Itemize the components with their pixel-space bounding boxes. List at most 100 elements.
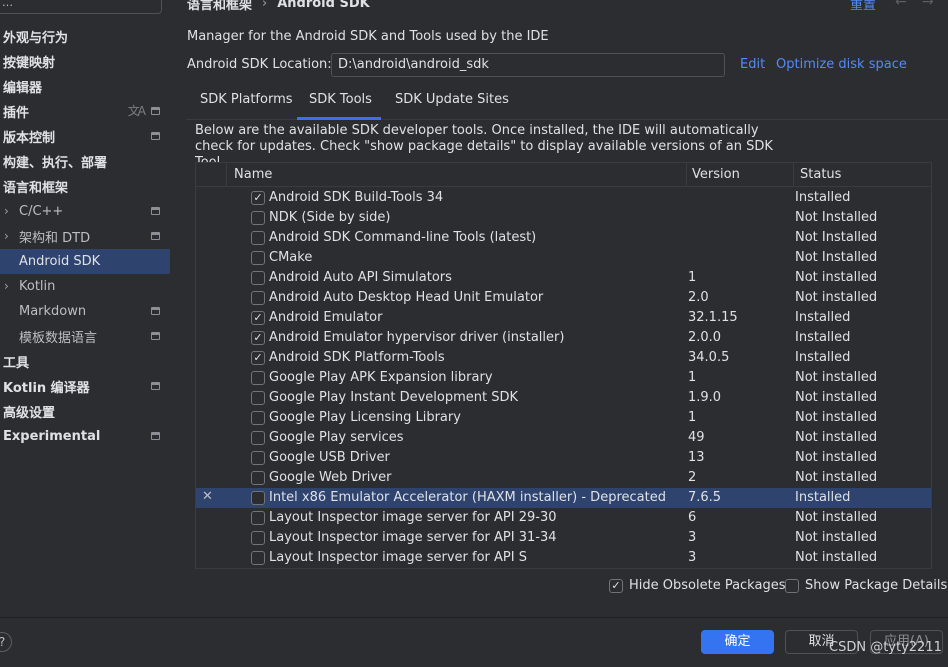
- show-details-option[interactable]: Show Package Details: [785, 578, 947, 593]
- sidebar-item[interactable]: 模板数据语言: [0, 324, 170, 349]
- package-status: Not installed: [795, 430, 878, 445]
- package-name: Google USB Driver: [269, 450, 390, 465]
- sidebar-item[interactable]: 语言和框架: [0, 174, 170, 199]
- package-checkbox[interactable]: [251, 231, 265, 245]
- sidebar-item[interactable]: Kotlin 编译器: [0, 374, 170, 399]
- sidebar-item-label: 高级设置: [3, 406, 56, 421]
- table-row[interactable]: Google Play services 49 Not installed: [196, 428, 931, 448]
- package-version: 2: [688, 470, 697, 485]
- column-header-version[interactable]: Version: [692, 167, 740, 182]
- help-icon[interactable]: ?: [0, 632, 12, 652]
- table-header: Name Version Status: [196, 163, 931, 187]
- sidebar-item[interactable]: 版本控制: [0, 124, 170, 149]
- uninstall-mark-icon: ✕: [202, 489, 213, 504]
- column-divider[interactable]: [686, 163, 687, 187]
- sidebar-item[interactable]: 高级设置: [0, 399, 170, 424]
- table-row[interactable]: Android Auto API Simulators 1 Not installe…: [196, 268, 931, 288]
- table-row[interactable]: NDK (Side by side) Not Installed: [196, 208, 931, 228]
- package-checkbox[interactable]: ✓: [251, 331, 265, 345]
- table-row[interactable]: Android Auto Desktop Head Unit Emulator 2…: [196, 288, 931, 308]
- tab-sdk-update-sites[interactable]: SDK Update Sites: [395, 92, 509, 107]
- package-name: Android Emulator: [269, 310, 383, 325]
- package-status: Installed: [795, 330, 851, 345]
- column-header-name[interactable]: Name: [234, 167, 272, 182]
- sidebar-item[interactable]: 插件 文A: [0, 99, 170, 124]
- sidebar-item[interactable]: 构建、执行、部署: [0, 149, 170, 174]
- package-name: CMake: [269, 250, 313, 265]
- table-row[interactable]: Android SDK Command-line Tools (latest) N…: [196, 228, 931, 248]
- table-row[interactable]: ✕ Intel x86 Emulator Accelerator (HAXM in…: [196, 488, 931, 508]
- package-checkbox[interactable]: [251, 511, 265, 525]
- sidebar-item[interactable]: 工具: [0, 349, 170, 374]
- table-row[interactable]: ✓ Android Emulator hypervisor driver (ins…: [196, 328, 931, 348]
- table-row[interactable]: Layout Inspector image server for API S 3…: [196, 548, 931, 568]
- package-name: Google Play services: [269, 430, 404, 445]
- package-checkbox[interactable]: [251, 431, 265, 445]
- chevron-right-icon[interactable]: ›: [4, 205, 14, 217]
- package-checkbox[interactable]: [251, 531, 265, 545]
- reset-link[interactable]: 重置: [850, 0, 876, 13]
- table-row[interactable]: ✓ Android SDK Platform-Tools 34.0.5 Install…: [196, 348, 931, 368]
- table-row[interactable]: Google USB Driver 13 Not installed: [196, 448, 931, 468]
- package-checkbox[interactable]: [251, 491, 265, 505]
- chevron-right-icon[interactable]: ›: [4, 280, 14, 292]
- sidebar-item[interactable]: Markdown: [0, 299, 170, 324]
- package-status: Not installed: [795, 470, 878, 485]
- package-checkbox[interactable]: [251, 551, 265, 565]
- package-checkbox[interactable]: [251, 411, 265, 425]
- sidebar-item[interactable]: › 架构和 DTD: [0, 224, 170, 249]
- package-checkbox[interactable]: [251, 451, 265, 465]
- tab-sdk-tools[interactable]: SDK Tools: [309, 92, 372, 107]
- hide-obsolete-checkbox[interactable]: ✓: [609, 578, 623, 593]
- package-name: Layout Inspector image server for API 31…: [269, 530, 557, 545]
- package-status: Not installed: [795, 410, 878, 425]
- column-header-status[interactable]: Status: [800, 167, 841, 182]
- sidebar-item[interactable]: › Kotlin: [0, 274, 170, 299]
- sidebar-item[interactable]: 外观与行为: [0, 24, 170, 49]
- tab-sdk-platforms[interactable]: SDK Platforms: [200, 92, 293, 107]
- package-name: Google Play Instant Development SDK: [269, 390, 519, 405]
- table-row[interactable]: Google Play Licensing Library 1 Not instal…: [196, 408, 931, 428]
- optimize-disk-space-link[interactable]: Optimize disk space: [776, 57, 907, 72]
- package-checkbox[interactable]: ✓: [251, 311, 265, 325]
- package-checkbox[interactable]: [251, 291, 265, 305]
- package-checkbox[interactable]: [251, 271, 265, 285]
- package-status: Not installed: [795, 450, 878, 465]
- table-row[interactable]: ✓ Android SDK Build-Tools 34 Installed: [196, 188, 931, 208]
- package-checkbox[interactable]: [251, 391, 265, 405]
- package-checkbox[interactable]: [251, 251, 265, 265]
- column-divider[interactable]: [793, 163, 794, 187]
- table-row[interactable]: Layout Inspector image server for API 31…: [196, 528, 931, 548]
- sidebar-item-label: Kotlin: [19, 279, 56, 294]
- sdk-location-input[interactable]: D:\android\android_sdk: [331, 53, 725, 77]
- chevron-right-icon[interactable]: ›: [4, 230, 14, 242]
- sidebar-item[interactable]: Experimental: [0, 424, 170, 449]
- column-divider: [226, 163, 227, 187]
- sidebar-item[interactable]: 按键映射: [0, 49, 170, 74]
- hide-obsolete-option[interactable]: ✓ Hide Obsolete Packages: [609, 578, 785, 593]
- table-row[interactable]: Google Play APK Expansion library 1 Not in…: [196, 368, 931, 388]
- package-checkbox[interactable]: [251, 471, 265, 485]
- back-arrow-icon[interactable]: ←: [895, 0, 907, 10]
- package-version: 1: [688, 410, 697, 425]
- watermark: CSDN @tyty2211: [829, 640, 942, 655]
- table-row[interactable]: ✓ Android Emulator 32.1.15 Installed: [196, 308, 931, 328]
- sidebar-item[interactable]: Android SDK: [0, 249, 170, 274]
- sidebar-item[interactable]: 编辑器: [0, 74, 170, 99]
- settings-search-input[interactable]: …: [0, 0, 162, 14]
- edit-location-link[interactable]: Edit: [740, 57, 765, 72]
- table-row[interactable]: CMake Not Installed: [196, 248, 931, 268]
- table-row[interactable]: Layout Inspector image server for API 29…: [196, 508, 931, 528]
- forward-arrow-icon[interactable]: →: [922, 0, 934, 10]
- show-details-checkbox[interactable]: [785, 578, 799, 593]
- package-checkbox[interactable]: ✓: [251, 351, 265, 365]
- breadcrumb-parent[interactable]: 语言和框架: [187, 0, 252, 13]
- sidebar-item[interactable]: › C/C++: [0, 199, 170, 224]
- package-checkbox[interactable]: ✓: [251, 191, 265, 205]
- ok-button[interactable]: 确定: [701, 630, 774, 654]
- package-checkbox[interactable]: [251, 211, 265, 225]
- table-row[interactable]: Google Play Instant Development SDK 1.9.0…: [196, 388, 931, 408]
- package-checkbox[interactable]: [251, 371, 265, 385]
- package-status: Installed: [795, 190, 851, 205]
- table-row[interactable]: Google Web Driver 2 Not installed: [196, 468, 931, 488]
